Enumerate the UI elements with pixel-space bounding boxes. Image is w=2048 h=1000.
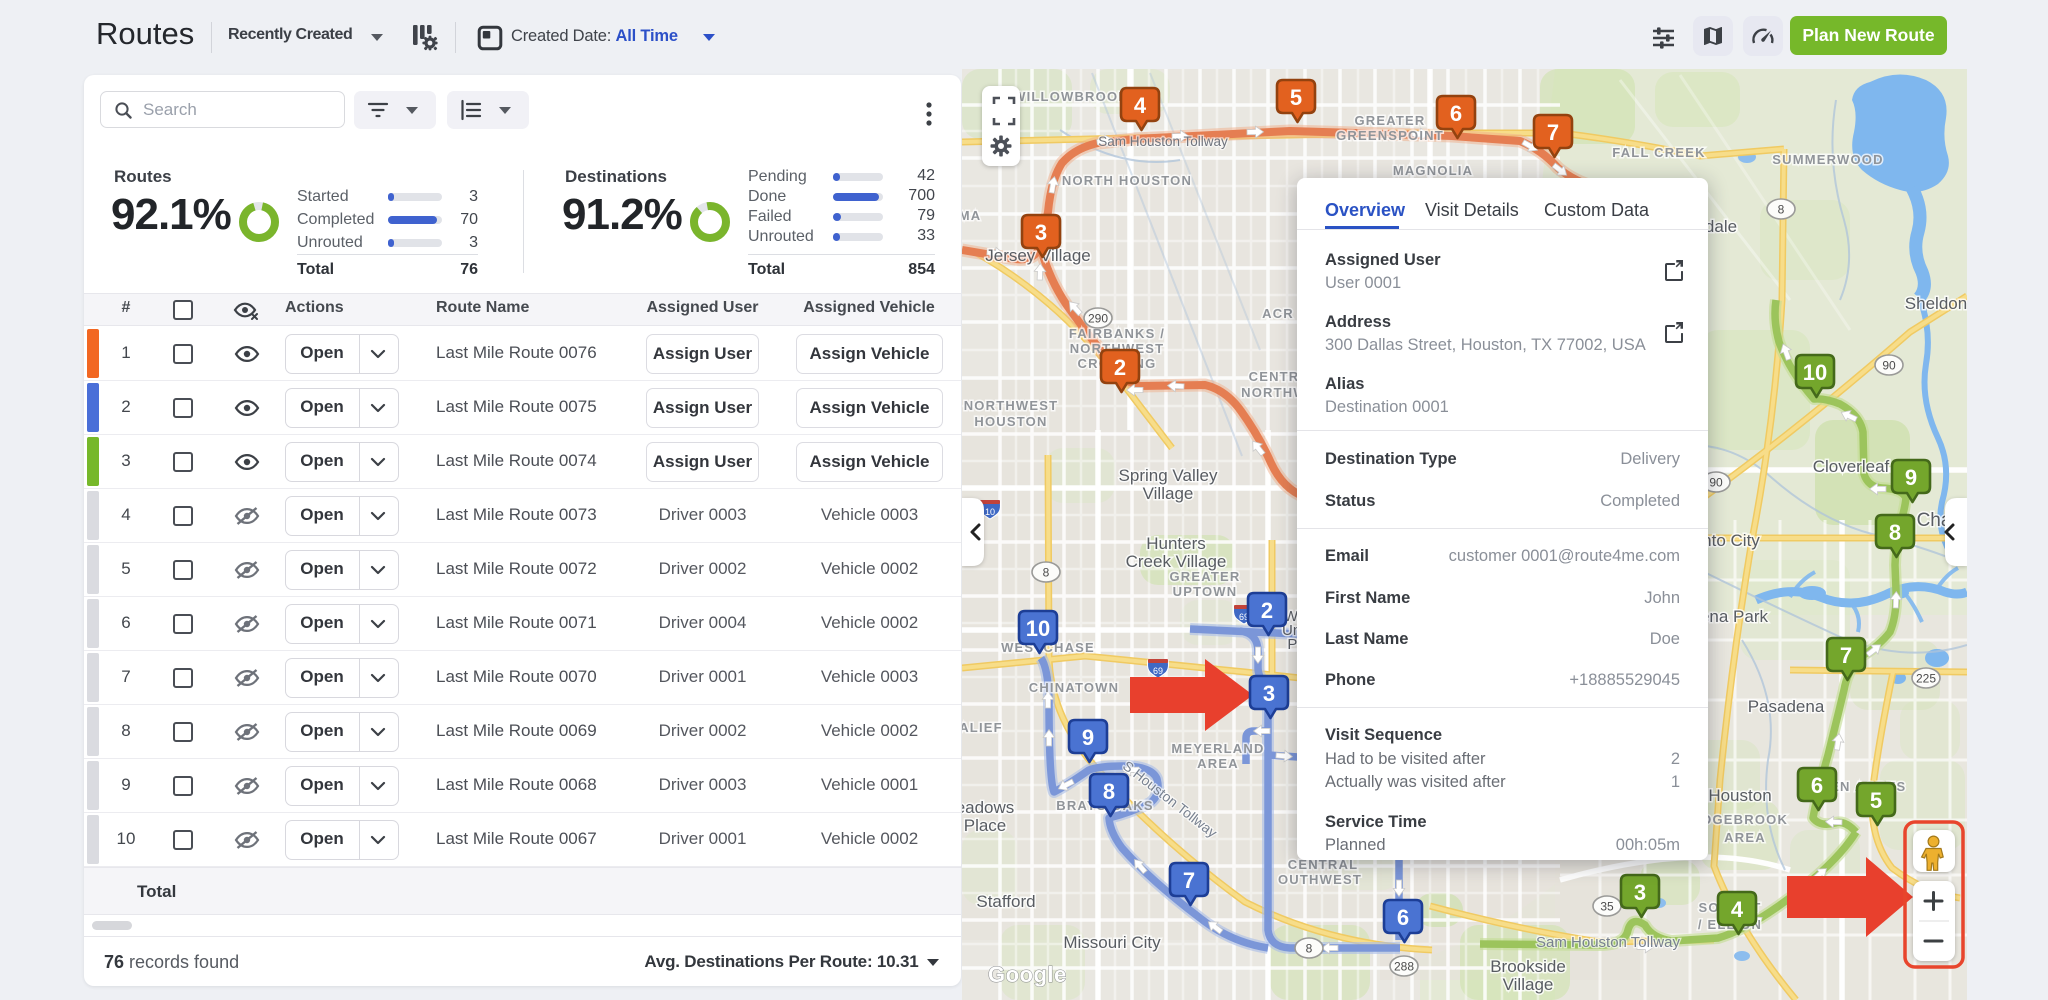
svg-text:MEYERLAND: MEYERLAND [1171, 741, 1264, 756]
svg-text:MAGNOLIA: MAGNOLIA [1393, 163, 1473, 178]
svg-text:Cloverleaf: Cloverleaf [1813, 457, 1890, 476]
svg-text:8: 8 [1103, 779, 1115, 804]
svg-text:SUMMERWOOD: SUMMERWOOD [1772, 152, 1883, 167]
svg-text:eadows: eadows [962, 798, 1014, 817]
svg-text:225: 225 [1916, 672, 1936, 686]
svg-text:Google: Google [988, 962, 1067, 987]
svg-text:Hunters: Hunters [1146, 534, 1206, 553]
svg-text:8: 8 [1889, 520, 1901, 545]
svg-text:Pasadena: Pasadena [1748, 697, 1825, 716]
svg-text:3: 3 [1634, 880, 1646, 905]
svg-text:2: 2 [1114, 355, 1126, 380]
svg-text:5: 5 [1290, 85, 1302, 110]
svg-text:288: 288 [1394, 960, 1414, 974]
svg-text:Missouri City: Missouri City [1063, 933, 1161, 952]
svg-text:Sam Houston Tollway: Sam Houston Tollway [1536, 934, 1680, 951]
svg-text:GREATER: GREATER [1170, 569, 1241, 584]
svg-text:35: 35 [1600, 900, 1614, 914]
svg-text:nto City: nto City [1702, 531, 1760, 550]
svg-text:69: 69 [1153, 666, 1163, 676]
svg-text:Houston: Houston [1708, 786, 1771, 805]
svg-text:Village: Village [1503, 975, 1554, 994]
svg-text:6: 6 [1397, 905, 1409, 930]
svg-text:Sam Houston Tollway: Sam Houston Tollway [1098, 134, 1228, 149]
svg-text:FALL CREEK: FALL CREEK [1612, 145, 1705, 160]
svg-text:3: 3 [1035, 220, 1047, 245]
svg-text:6: 6 [1450, 101, 1462, 126]
svg-text:90: 90 [1709, 476, 1723, 490]
svg-text:Sheldon: Sheldon [1905, 294, 1967, 313]
svg-text:dale: dale [1705, 217, 1737, 236]
svg-text:HOUSTON: HOUSTON [974, 414, 1047, 429]
svg-text:Spring Valley: Spring Valley [1119, 466, 1218, 485]
svg-text:7: 7 [1547, 120, 1559, 145]
svg-text:4: 4 [1134, 93, 1147, 118]
svg-text:DGEBROOK: DGEBROOK [1702, 812, 1788, 827]
svg-text:WILLOWBROOK: WILLOWBROOK [1013, 89, 1129, 104]
svg-text:2: 2 [1261, 598, 1273, 623]
svg-text:AREA: AREA [1197, 756, 1239, 771]
svg-text:Stafford: Stafford [976, 892, 1035, 911]
svg-text:AREA: AREA [1724, 830, 1766, 845]
svg-text:6: 6 [1811, 773, 1823, 798]
svg-text:10: 10 [1803, 360, 1827, 385]
svg-text:FAIRBANKS /: FAIRBANKS / [1069, 326, 1165, 341]
svg-text:UPTOWN: UPTOWN [1173, 584, 1238, 599]
svg-text:9: 9 [1905, 465, 1917, 490]
svg-text:NORTHWEST: NORTHWEST [964, 398, 1059, 413]
svg-text:290: 290 [1088, 312, 1108, 326]
svg-text:ALIEF: ALIEF [962, 720, 1003, 735]
svg-text:Village: Village [1143, 484, 1194, 503]
svg-text:90: 90 [1882, 359, 1896, 373]
svg-text:OUTHWEST: OUTHWEST [1278, 872, 1362, 887]
svg-text:GREENSPOINT: GREENSPOINT [1336, 128, 1444, 143]
svg-text:Place: Place [964, 816, 1007, 835]
svg-text:NORTH HOUSTON: NORTH HOUSTON [1062, 173, 1192, 188]
svg-text:10: 10 [985, 507, 995, 517]
svg-text:MA: MA [962, 208, 981, 223]
svg-text:CENTR: CENTR [1249, 369, 1300, 384]
svg-text:7: 7 [1183, 868, 1195, 893]
svg-text:7: 7 [1840, 643, 1852, 668]
svg-text:GREATER: GREATER [1355, 113, 1426, 128]
svg-text:ACR: ACR [1262, 306, 1294, 321]
svg-text:8: 8 [1778, 203, 1785, 217]
svg-text:Creek Village: Creek Village [1126, 552, 1227, 571]
svg-text:8: 8 [1043, 566, 1050, 580]
svg-text:CHINATOWN: CHINATOWN [1029, 680, 1119, 695]
svg-text:8: 8 [1306, 942, 1313, 956]
svg-text:10: 10 [1026, 616, 1050, 641]
svg-text:9: 9 [1082, 725, 1094, 750]
svg-text:5: 5 [1870, 788, 1882, 813]
svg-text:4: 4 [1731, 897, 1744, 922]
svg-text:ena Park: ena Park [1700, 607, 1769, 626]
svg-text:3: 3 [1263, 681, 1275, 706]
svg-text:Brookside: Brookside [1490, 957, 1566, 976]
